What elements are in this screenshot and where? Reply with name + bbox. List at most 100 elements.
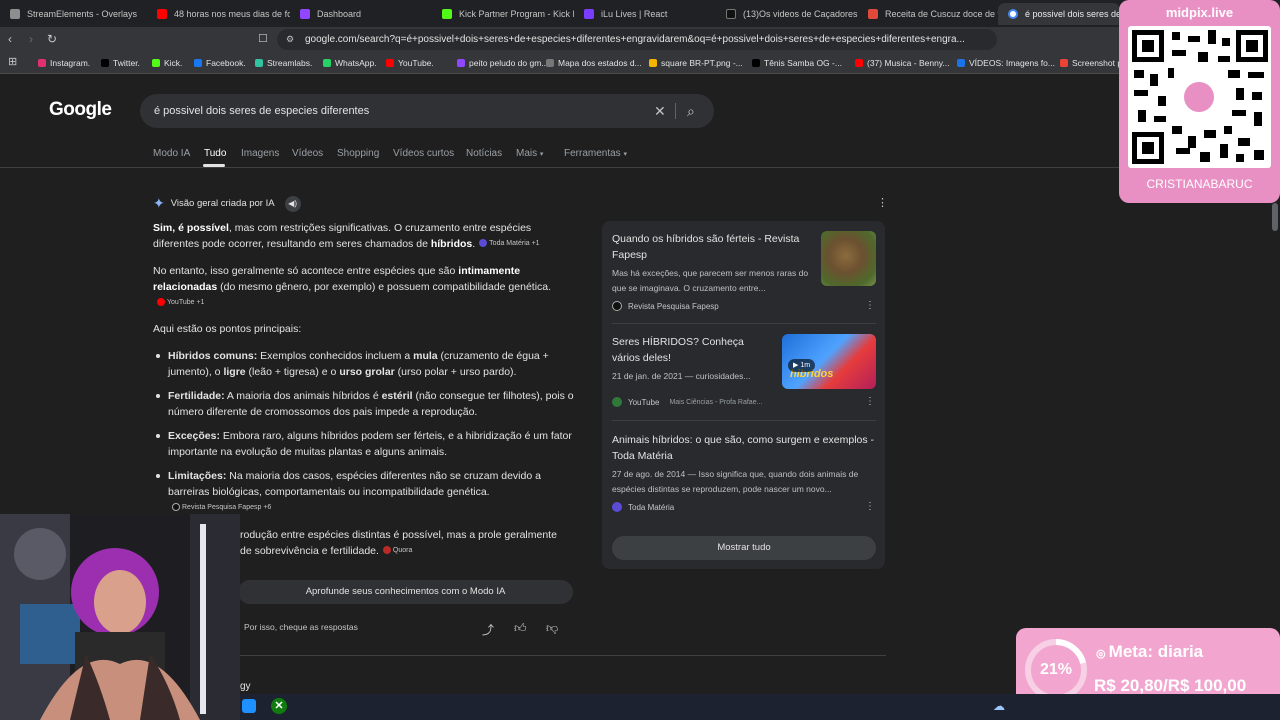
tab-videos[interactable]: Vídeos: [292, 148, 323, 159]
list-item-heading: Híbridos comuns:: [168, 350, 258, 362]
show-all-button[interactable]: Mostrar tudo: [612, 536, 876, 560]
taskbar-app-icon[interactable]: [242, 699, 256, 713]
tab-favicon: [584, 9, 594, 19]
card-thumbnail-image[interactable]: [821, 231, 876, 286]
body-text: (urso polar + urso pardo).: [394, 366, 517, 378]
tab-noticias[interactable]: Notícias: [466, 148, 502, 159]
source-chip[interactable]: Quora: [382, 543, 413, 559]
video-thumbnail-image[interactable]: hibridos ▶ 1m: [782, 334, 876, 389]
list-item-heading: Fertilidade:: [168, 390, 225, 402]
reload-icon[interactable]: ↻: [47, 32, 57, 46]
bookmark-favicon-icon: [38, 59, 46, 67]
bookmark-label: Facebook.: [206, 58, 246, 68]
more-options-icon[interactable]: ⋮: [865, 501, 875, 512]
bookmark-item[interactable]: Tênis Samba OG -...: [752, 58, 842, 68]
bookmark-item[interactable]: Screenshot p: [1060, 58, 1122, 68]
bookmark-item[interactable]: square BR-PT.png -...: [649, 58, 743, 68]
bookmark-label: Kick.: [164, 58, 183, 68]
browser-tab[interactable]: iLu Lives | React: [574, 3, 716, 25]
emphasis-text: Sim, é possível: [153, 222, 229, 234]
more-options-icon[interactable]: ⋮: [877, 196, 888, 209]
speaker-icon[interactable]: ◀): [284, 195, 301, 212]
tab-label: 48 horas nos meus dias de folg: [174, 9, 290, 19]
bookmark-item[interactable]: WhatsApp.: [323, 58, 377, 68]
bookmark-item[interactable]: Streamlabs.: [255, 58, 312, 68]
bookmark-item[interactable]: (37) Musica - Benny...: [855, 58, 950, 68]
share-icon[interactable]: ⤴: [482, 621, 494, 638]
source-chip[interactable]: Toda Matéria +1: [479, 236, 540, 252]
back-icon[interactable]: ‹: [8, 32, 12, 46]
scrollbar-thumb[interactable]: [1272, 203, 1278, 231]
tab-mais[interactable]: Mais ▾: [516, 148, 543, 159]
bookmark-item[interactable]: Twitter.: [101, 58, 140, 68]
thumbs-up-icon[interactable]: 👍︎: [514, 621, 527, 636]
qr-code-graphic: [1132, 30, 1268, 164]
source-chip-label: Revista Pesquisa Fapesp +6: [182, 504, 272, 512]
deep-dive-ai-mode-button[interactable]: Aprofunde seus conhecimentos com o Modo …: [238, 580, 573, 604]
bookmark-item[interactable]: Mapa dos estados d...: [546, 58, 642, 68]
weather-icon[interactable]: ☁: [993, 699, 1005, 713]
bookmark-label: square BR-PT.png -...: [661, 58, 743, 68]
source-chip-label: Quora: [392, 547, 413, 555]
address-bar[interactable]: ⚙ google.com/search?q=é+possivel+dois+ser…: [277, 29, 997, 50]
bookmark-favicon-icon: [152, 59, 160, 67]
tab-mais-label: Mais: [516, 148, 538, 159]
clear-search-icon[interactable]: ✕: [654, 94, 666, 128]
source-card-source[interactable]: Revista Pesquisa Fapesp: [612, 301, 719, 311]
source-name: Revista Pesquisa Fapesp: [628, 301, 719, 311]
tab-modo-ia[interactable]: Modo IA: [153, 148, 190, 159]
bookmark-label: Mapa dos estados d...: [558, 58, 642, 68]
browser-tab[interactable]: Dashboard: [290, 3, 432, 25]
emphasis-text: ligre: [223, 366, 246, 378]
bookmark-label: Screenshot p: [1072, 58, 1123, 68]
xbox-icon[interactable]: ✕: [271, 698, 287, 714]
browser-tab[interactable]: StreamElements - Overlays: [0, 3, 147, 25]
source-card-snippet: 27 de ago. de 2014 — Isso significa que,…: [612, 469, 859, 494]
bookmark-item[interactable]: peito peludo do gm...: [457, 58, 548, 68]
bookmark-item[interactable]: YouTube.: [386, 58, 434, 68]
tab-shopping[interactable]: Shopping: [337, 148, 379, 159]
source-card-source[interactable]: Toda Matéria: [612, 502, 674, 512]
bookmark-item[interactable]: Instagram.: [38, 58, 90, 68]
body-text: .: [472, 238, 476, 250]
tab-imagens[interactable]: Imagens: [241, 148, 279, 159]
apps-grid-icon[interactable]: ⊞: [8, 55, 17, 68]
search-query-text: é possivel dois seres de especies difere…: [154, 105, 370, 117]
browser-tab[interactable]: 48 horas nos meus dias de folg: [147, 3, 290, 25]
source-card-source[interactable]: YouTube Mais Ciências - Profa Rafae...: [612, 397, 762, 407]
browser-tab-active[interactable]: é possivel dois seres de es: [998, 3, 1120, 25]
forward-icon[interactable]: ›: [29, 32, 33, 46]
source-card-title[interactable]: Animais híbridos: o que são, como surgem…: [612, 432, 876, 464]
tab-label: iLu Lives | React: [601, 9, 668, 19]
video-duration: 1m: [800, 362, 811, 369]
search-icon[interactable]: ⌕: [687, 94, 695, 128]
thumbs-down-icon[interactable]: 👎︎: [546, 621, 558, 636]
ai-overview-header: ✦ Visão geral criada por IA ◀): [153, 195, 301, 212]
bookmark-item[interactable]: Facebook.: [194, 58, 246, 68]
video-duration-badge: ▶ 1m: [788, 359, 816, 372]
browser-tab[interactable]: Kick Partner Program - Kick Da: [432, 3, 574, 25]
ai-sparkle-icon: ✦: [153, 195, 165, 211]
bookmark-label: (37) Musica - Benny...: [867, 58, 950, 68]
tab-favicon: [868, 9, 878, 19]
source-card-title[interactable]: Seres HÍBRIDOS? Conheça vários deles!: [612, 334, 772, 366]
source-card-title[interactable]: Quando os híbridos são férteis - Revista…: [612, 231, 812, 263]
section-divider: [240, 655, 886, 656]
tab-videos-curtos[interactable]: Vídeos curtos: [393, 148, 454, 159]
browser-tab[interactable]: Receita de Cuscuz doce de tap: [858, 3, 998, 25]
more-options-icon[interactable]: ⋮: [865, 300, 875, 311]
bookmark-item[interactable]: Kick.: [152, 58, 182, 68]
bookmark-item[interactable]: VÍDEOS: Imagens fo...: [957, 58, 1055, 68]
more-options-icon[interactable]: ⋮: [865, 396, 875, 407]
browser-tab[interactable]: (13)Os videos de Caçadores De: [716, 3, 858, 25]
tab-ferramentas[interactable]: Ferramentas ▾: [564, 148, 627, 159]
ai-paragraph-1: Sim, é possível, mas com restrições sign…: [153, 220, 578, 252]
qr-overlay: midpix.live CRISTIANABARUC: [1119, 0, 1280, 203]
google-logo[interactable]: Google: [49, 99, 112, 121]
search-input[interactable]: é possivel dois seres de especies difere…: [140, 94, 714, 128]
source-chip[interactable]: YouTube +1: [157, 295, 204, 311]
bookmark-icon[interactable]: ☐: [258, 32, 268, 45]
site-info-icon[interactable]: ⚙: [286, 29, 294, 50]
tab-tudo[interactable]: Tudo: [204, 148, 226, 159]
emphasis-text: urso grolar: [339, 366, 395, 378]
